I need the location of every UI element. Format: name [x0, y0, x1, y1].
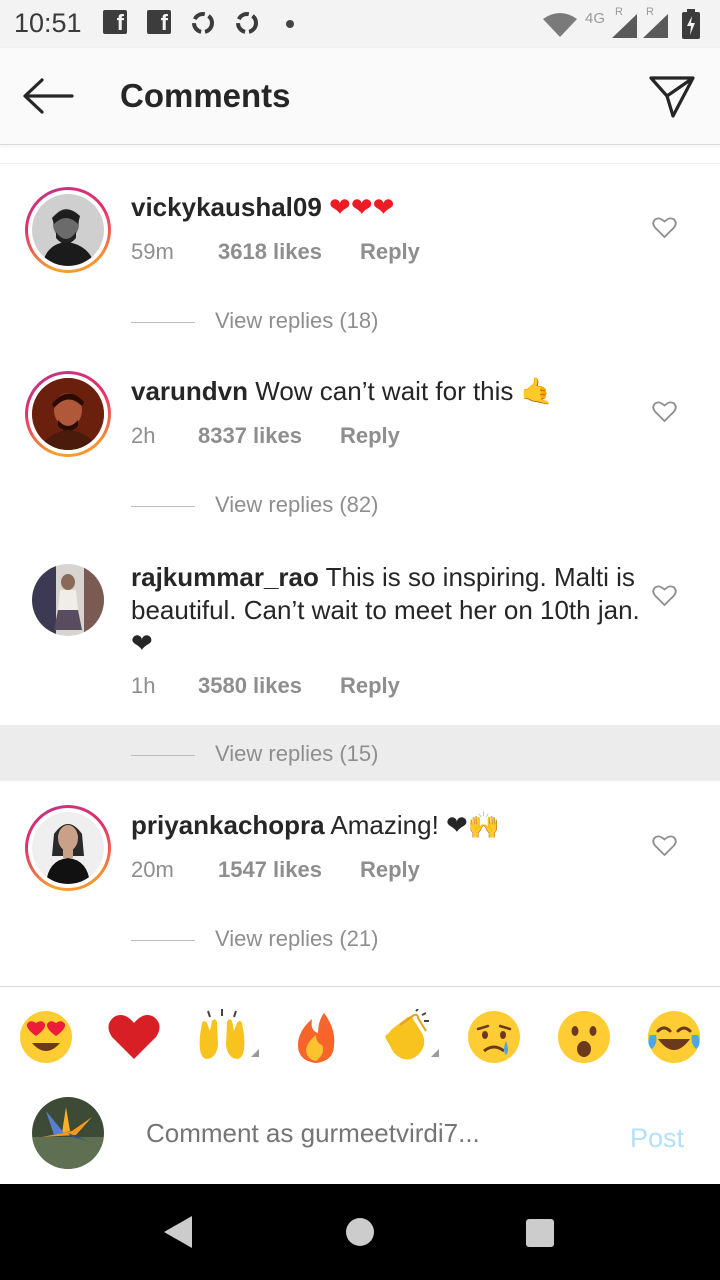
- comment-username[interactable]: rajkummar_rao: [131, 562, 319, 592]
- view-replies-label: View replies (15): [215, 741, 379, 766]
- comment-likes[interactable]: 1547 likes: [218, 857, 322, 883]
- comment-meta: 1h 3580 likes Reply: [131, 673, 400, 699]
- recents-nav-icon[interactable]: [526, 1219, 554, 1247]
- header-bar: Comments: [0, 48, 720, 145]
- view-replies-button[interactable]: View replies (21): [131, 926, 378, 952]
- heart-icon[interactable]: [652, 835, 677, 857]
- comment-username[interactable]: varundvn: [131, 376, 248, 406]
- comment-time: 20m: [131, 857, 174, 882]
- comment-body: Wow can’t wait for this 🤙: [248, 376, 554, 406]
- comment-text: varundvn Wow can’t wait for this 🤙: [131, 375, 631, 408]
- notification-dot-icon: [286, 20, 294, 28]
- comment-body: Amazing! ❤🙌: [324, 810, 501, 840]
- crying-face-emoji-icon[interactable]: [466, 1009, 522, 1065]
- current-user-avatar: [32, 1097, 104, 1169]
- heart-eyes-emoji-icon[interactable]: [18, 1009, 74, 1065]
- fire-emoji-icon[interactable]: [288, 1009, 344, 1065]
- comment-item: varundvn Wow can’t wait for this 🤙 2h 833…: [0, 348, 720, 528]
- reply-button[interactable]: Reply: [340, 423, 400, 449]
- replies-line: [131, 321, 195, 323]
- view-replies-label: View replies (18): [215, 308, 379, 333]
- surprised-face-emoji-icon[interactable]: [556, 1009, 612, 1065]
- heart-icon[interactable]: [652, 401, 677, 423]
- comment-likes[interactable]: 3580 likes: [198, 673, 302, 699]
- comment-item: priyankachopra Amazing! ❤🙌 20m 1547 likes…: [0, 782, 720, 982]
- skin-tone-indicator: [251, 1049, 259, 1057]
- reply-button[interactable]: Reply: [360, 239, 420, 265]
- replies-line: [131, 939, 195, 941]
- back-nav-icon[interactable]: [164, 1216, 192, 1248]
- avatar[interactable]: [32, 564, 104, 636]
- avatar-photo: [32, 194, 104, 266]
- view-replies-button[interactable]: View replies (18): [131, 308, 378, 334]
- raising-hands-emoji-icon[interactable]: [194, 1009, 250, 1065]
- signal-icon: [643, 14, 668, 38]
- comment-meta: 20m 1547 likes Reply: [131, 857, 420, 883]
- avatar-photo: [32, 378, 104, 450]
- network-type: 4G: [585, 10, 606, 27]
- arrow-left-icon[interactable]: [22, 78, 74, 114]
- heart-icon[interactable]: [652, 585, 677, 607]
- facebook-icon: f: [103, 10, 127, 35]
- system-nav-bar: [0, 1184, 720, 1280]
- comment-likes[interactable]: 8337 likes: [198, 423, 302, 449]
- battery-icon: [682, 9, 700, 39]
- status-bar: 10:51 f f 4G R R: [0, 0, 720, 48]
- view-replies-label: View replies (82): [215, 492, 379, 517]
- status-time: 10:51: [14, 8, 82, 38]
- avatar[interactable]: [25, 187, 111, 273]
- page-title: Comments: [120, 77, 291, 114]
- comment-meta: 2h 8337 likes Reply: [131, 423, 400, 449]
- comment-body: ❤❤❤: [321, 192, 395, 222]
- tears-of-joy-emoji-icon[interactable]: [646, 1009, 702, 1065]
- view-replies-button[interactable]: View replies (15): [131, 741, 378, 767]
- replies-line: [131, 505, 195, 507]
- skin-tone-indicator: [431, 1049, 439, 1057]
- recycle-icon: [236, 12, 258, 34]
- avatar[interactable]: [25, 371, 111, 457]
- recycle-icon: [192, 12, 214, 34]
- post-button[interactable]: Post: [630, 1123, 684, 1154]
- reply-button[interactable]: Reply: [360, 857, 420, 883]
- avatar[interactable]: [25, 805, 111, 891]
- send-icon[interactable]: [648, 73, 696, 119]
- comment-composer: Post: [0, 1085, 720, 1184]
- reply-button[interactable]: Reply: [340, 673, 400, 699]
- emoji-bar: [0, 986, 720, 1086]
- replies-line: [131, 754, 195, 756]
- view-replies-label: View replies (21): [215, 926, 379, 951]
- avatar-photo: [32, 812, 104, 884]
- comment-text: priyankachopra Amazing! ❤🙌: [131, 809, 631, 842]
- comment-time: 2h: [131, 423, 156, 448]
- home-nav-icon[interactable]: [346, 1218, 374, 1246]
- comment-item: rajkummar_rao This is so inspiring. Malt…: [0, 534, 720, 784]
- heart-icon[interactable]: [652, 217, 677, 239]
- comment-input[interactable]: [144, 1117, 588, 1150]
- view-replies-button[interactable]: View replies (82): [131, 492, 378, 518]
- comment-username[interactable]: vickykaushal09: [131, 192, 322, 222]
- comment-item: vickykaushal09 ❤❤❤ 59m 3618 likes Reply Vi…: [0, 164, 720, 344]
- comment-meta: 59m 3618 likes Reply: [131, 239, 420, 265]
- red-heart-emoji-icon[interactable]: [106, 1009, 162, 1065]
- comment-time: 59m: [131, 239, 174, 264]
- comment-text: rajkummar_rao This is so inspiring. Malt…: [131, 561, 641, 660]
- clapping-hands-emoji-icon[interactable]: [378, 1009, 434, 1065]
- comment-likes[interactable]: 3618 likes: [218, 239, 322, 265]
- wifi-icon: [543, 13, 577, 37]
- facebook-icon: f: [147, 10, 171, 35]
- comment-text: vickykaushal09 ❤❤❤: [131, 191, 631, 224]
- comment-username[interactable]: priyankachopra: [131, 810, 325, 840]
- signal-icon: [612, 14, 637, 38]
- comment-time: 1h: [131, 673, 156, 698]
